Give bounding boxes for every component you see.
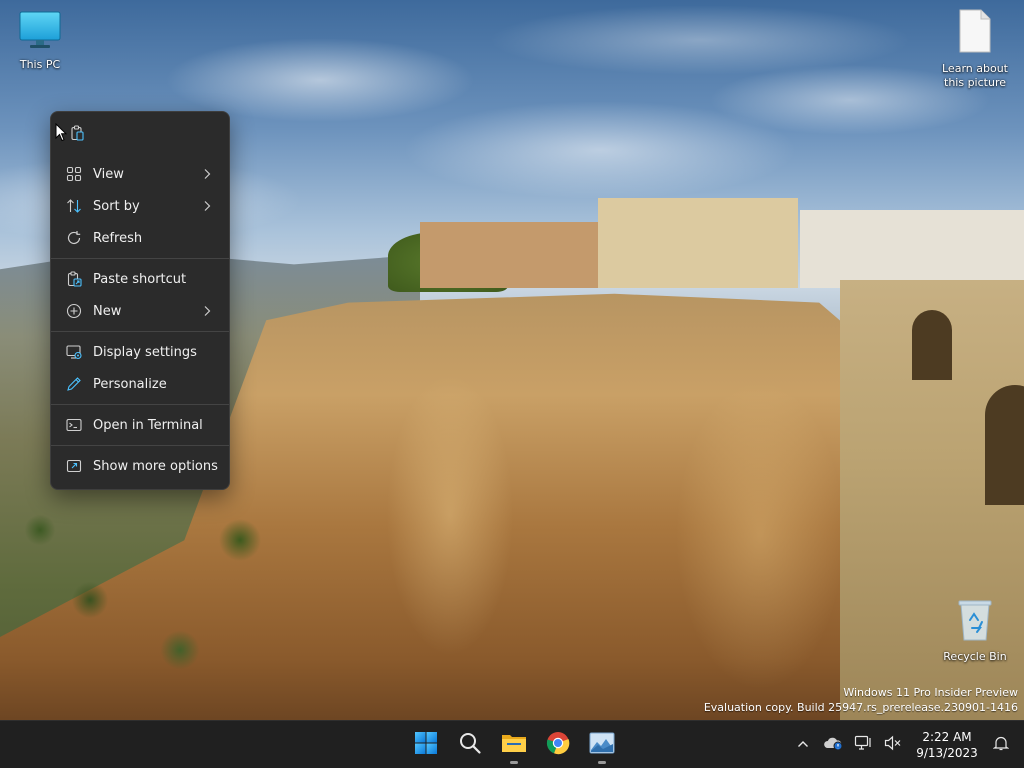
menu-item-paste-shortcut[interactable]: Paste shortcut bbox=[51, 263, 229, 295]
wallpaper-arch bbox=[912, 310, 952, 380]
network-button[interactable] bbox=[848, 725, 878, 765]
menu-item-label: Paste shortcut bbox=[93, 271, 187, 287]
mouse-cursor-icon bbox=[55, 122, 68, 146]
onedrive-button[interactable] bbox=[818, 725, 848, 765]
menu-item-label: Open in Terminal bbox=[93, 417, 203, 433]
search-icon bbox=[458, 731, 482, 759]
volume-muted-icon bbox=[884, 735, 902, 755]
menu-item-show-more-options[interactable]: Show more options bbox=[51, 450, 229, 482]
chevron-right-icon bbox=[199, 198, 215, 214]
context-menu-quick-actions bbox=[51, 112, 229, 158]
chevron-right-icon bbox=[199, 303, 215, 319]
menu-item-label: New bbox=[93, 303, 122, 319]
menu-item-refresh[interactable]: Refresh bbox=[51, 222, 229, 254]
wallpaper-building bbox=[420, 222, 600, 288]
menu-item-open-in-terminal[interactable]: Open in Terminal bbox=[51, 409, 229, 441]
watermark-build: Evaluation copy. Build 25947.rs_prerelea… bbox=[703, 701, 1018, 714]
chevron-up-icon bbox=[796, 736, 810, 755]
chrome-button[interactable] bbox=[536, 725, 580, 765]
menu-separator bbox=[51, 404, 229, 405]
refresh-icon bbox=[65, 229, 83, 247]
menu-item-label: Personalize bbox=[93, 376, 167, 392]
display-settings-icon bbox=[65, 343, 83, 361]
desktop-context-menu: View Sort by Refresh Paste shortcut New … bbox=[50, 111, 230, 490]
menu-item-label: Refresh bbox=[93, 230, 143, 246]
pen-icon bbox=[65, 375, 83, 393]
sort-icon bbox=[65, 197, 83, 215]
monitor-icon bbox=[0, 10, 80, 54]
menu-item-label: Show more options bbox=[93, 458, 218, 474]
paste-button[interactable] bbox=[63, 121, 91, 149]
clock-date: 9/13/2023 bbox=[916, 746, 978, 760]
plus-circle-icon bbox=[65, 302, 83, 320]
menu-item-label: Sort by bbox=[93, 198, 140, 214]
recycle-bin-icon bbox=[935, 598, 1015, 646]
running-indicator bbox=[598, 761, 606, 764]
taskbar: 2:22 AM 9/13/2023 bbox=[0, 720, 1024, 768]
wallpaper-building bbox=[800, 210, 1024, 288]
menu-separator bbox=[51, 445, 229, 446]
paste-shortcut-icon bbox=[65, 270, 83, 288]
folder-icon bbox=[501, 731, 527, 759]
menu-item-sort-by[interactable]: Sort by bbox=[51, 190, 229, 222]
menu-separator bbox=[51, 258, 229, 259]
menu-item-label: View bbox=[93, 166, 124, 182]
photos-icon bbox=[589, 732, 615, 758]
desktop-icon-label: This PC bbox=[19, 58, 61, 71]
desktop-icon-label: Learn about this picture bbox=[942, 62, 1008, 89]
menu-item-view[interactable]: View bbox=[51, 158, 229, 190]
desktop-icon-this-pc[interactable]: This PC bbox=[0, 10, 80, 72]
wallpaper-arch bbox=[985, 385, 1024, 505]
show-more-icon bbox=[65, 457, 83, 475]
clock-time: 2:22 AM bbox=[922, 730, 972, 744]
search-button[interactable] bbox=[448, 725, 492, 765]
desktop-icon-recycle-bin[interactable]: Recycle Bin bbox=[935, 598, 1015, 664]
start-button[interactable] bbox=[404, 725, 448, 765]
file-explorer-button[interactable] bbox=[492, 725, 536, 765]
menu-item-personalize[interactable]: Personalize bbox=[51, 368, 229, 400]
paste-icon bbox=[69, 125, 85, 145]
taskbar-clock[interactable]: 2:22 AM 9/13/2023 bbox=[912, 729, 982, 761]
show-hidden-icons-button[interactable] bbox=[788, 725, 818, 765]
menu-item-new[interactable]: New bbox=[51, 295, 229, 327]
menu-item-display-settings[interactable]: Display settings bbox=[51, 336, 229, 368]
desktop-icon-label: Recycle Bin bbox=[943, 650, 1007, 663]
cloud-icon bbox=[823, 735, 843, 755]
windows-logo-icon bbox=[414, 731, 438, 759]
desktop-icon-learn-about-picture[interactable]: Learn about this picture bbox=[935, 8, 1015, 90]
wallpaper-trees bbox=[0, 470, 300, 720]
taskbar-apps bbox=[404, 721, 624, 768]
wallpaper-building bbox=[598, 198, 798, 288]
grid-icon bbox=[65, 165, 83, 183]
photos-button[interactable] bbox=[580, 725, 624, 765]
notifications-button[interactable] bbox=[986, 725, 1016, 765]
menu-item-label: Display settings bbox=[93, 344, 197, 360]
chevron-right-icon bbox=[199, 166, 215, 182]
terminal-icon bbox=[65, 416, 83, 434]
volume-button[interactable] bbox=[878, 725, 908, 765]
document-icon bbox=[935, 8, 1015, 58]
running-indicator bbox=[510, 761, 518, 764]
system-tray: 2:22 AM 9/13/2023 bbox=[788, 721, 1024, 768]
watermark-edition: Windows 11 Pro Insider Preview bbox=[843, 686, 1018, 699]
bell-icon bbox=[992, 735, 1010, 755]
menu-separator bbox=[51, 331, 229, 332]
windows-watermark: Windows 11 Pro Insider Preview Evaluatio… bbox=[704, 685, 1018, 715]
chrome-icon bbox=[546, 731, 570, 759]
network-icon bbox=[854, 735, 872, 755]
